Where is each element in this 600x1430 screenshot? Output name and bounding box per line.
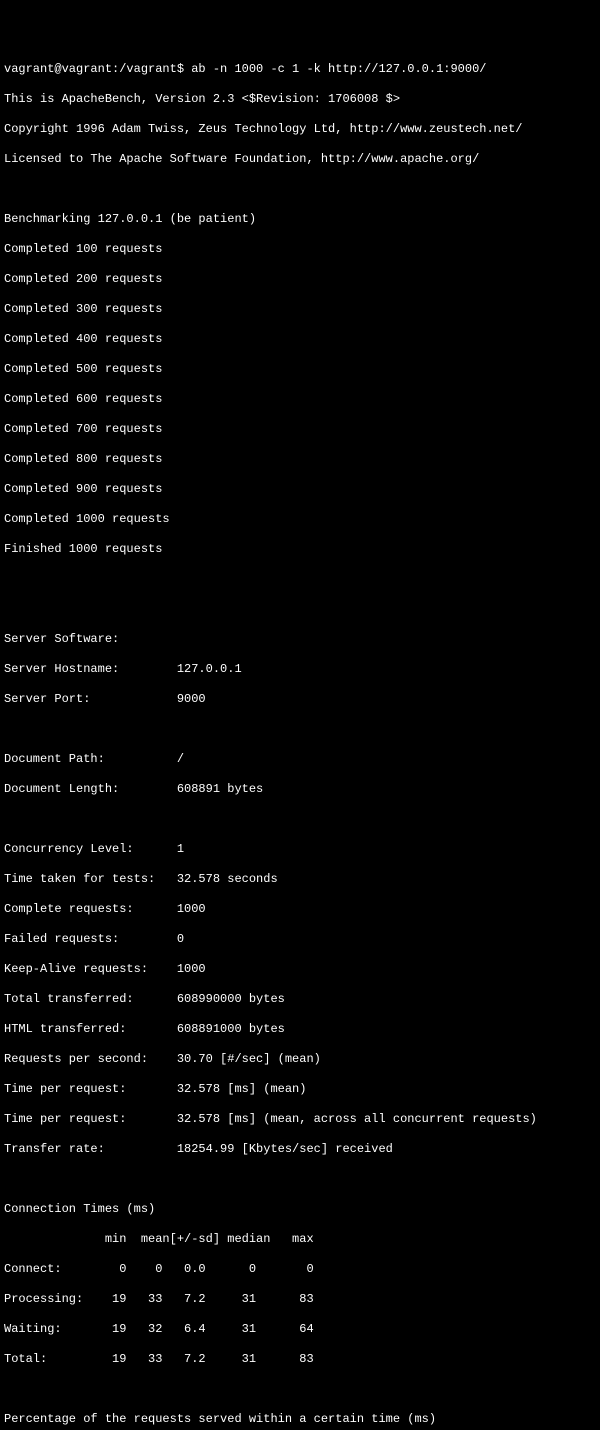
- terminal-line: Time taken for tests: 32.578 seconds: [4, 872, 596, 887]
- terminal-line: Completed 500 requests: [4, 362, 596, 377]
- terminal-line: Total: 19 33 7.2 31 83: [4, 1352, 596, 1367]
- terminal-line: Processing: 19 33 7.2 31 83: [4, 1292, 596, 1307]
- terminal-line: HTML transferred: 608891000 bytes: [4, 1022, 596, 1037]
- terminal-line: Completed 700 requests: [4, 422, 596, 437]
- terminal-line: Completed 900 requests: [4, 482, 596, 497]
- terminal-line: Document Length: 608891 bytes: [4, 782, 596, 797]
- terminal-line: Total transferred: 608990000 bytes: [4, 992, 596, 1007]
- terminal-line: Benchmarking 127.0.0.1 (be patient): [4, 212, 596, 227]
- terminal-line: Percentage of the requests served within…: [4, 1412, 596, 1427]
- terminal-line: [4, 602, 596, 617]
- terminal-line: Keep-Alive requests: 1000: [4, 962, 596, 977]
- terminal-line: [4, 1382, 596, 1397]
- terminal-line: [4, 722, 596, 737]
- terminal-line: min mean[+/-sd] median max: [4, 1232, 596, 1247]
- terminal-line: [4, 182, 596, 197]
- terminal-line: Server Hostname: 127.0.0.1: [4, 662, 596, 677]
- terminal-line: [4, 572, 596, 587]
- terminal-line: Finished 1000 requests: [4, 542, 596, 557]
- terminal-line: [4, 1172, 596, 1187]
- terminal-line: Time per request: 32.578 [ms] (mean): [4, 1082, 596, 1097]
- terminal-line: Licensed to The Apache Software Foundati…: [4, 152, 596, 167]
- terminal-line: Requests per second: 30.70 [#/sec] (mean…: [4, 1052, 596, 1067]
- terminal-line: Completed 600 requests: [4, 392, 596, 407]
- terminal-line: Complete requests: 1000: [4, 902, 596, 917]
- terminal-line: Completed 200 requests: [4, 272, 596, 287]
- terminal-line: Completed 1000 requests: [4, 512, 596, 527]
- terminal-line: Completed 400 requests: [4, 332, 596, 347]
- terminal-line: Server Port: 9000: [4, 692, 596, 707]
- terminal-line: [4, 812, 596, 827]
- terminal-line: Connection Times (ms): [4, 1202, 596, 1217]
- terminal-line: Copyright 1996 Adam Twiss, Zeus Technolo…: [4, 122, 596, 137]
- terminal-line: Completed 800 requests: [4, 452, 596, 467]
- terminal-line: Waiting: 19 32 6.4 31 64: [4, 1322, 596, 1337]
- terminal-line: Connect: 0 0 0.0 0 0: [4, 1262, 596, 1277]
- terminal-line: Transfer rate: 18254.99 [Kbytes/sec] rec…: [4, 1142, 596, 1157]
- terminal-line: Time per request: 32.578 [ms] (mean, acr…: [4, 1112, 596, 1127]
- terminal-line: This is ApacheBench, Version 2.3 <$Revis…: [4, 92, 596, 107]
- terminal-line: Completed 100 requests: [4, 242, 596, 257]
- terminal-line: vagrant@vagrant:/vagrant$ ab -n 1000 -c …: [4, 62, 596, 77]
- terminal-line: Document Path: /: [4, 752, 596, 767]
- terminal-line: Server Software:: [4, 632, 596, 647]
- terminal-line: Concurrency Level: 1: [4, 842, 596, 857]
- terminal-line: Failed requests: 0: [4, 932, 596, 947]
- terminal-line: Completed 300 requests: [4, 302, 596, 317]
